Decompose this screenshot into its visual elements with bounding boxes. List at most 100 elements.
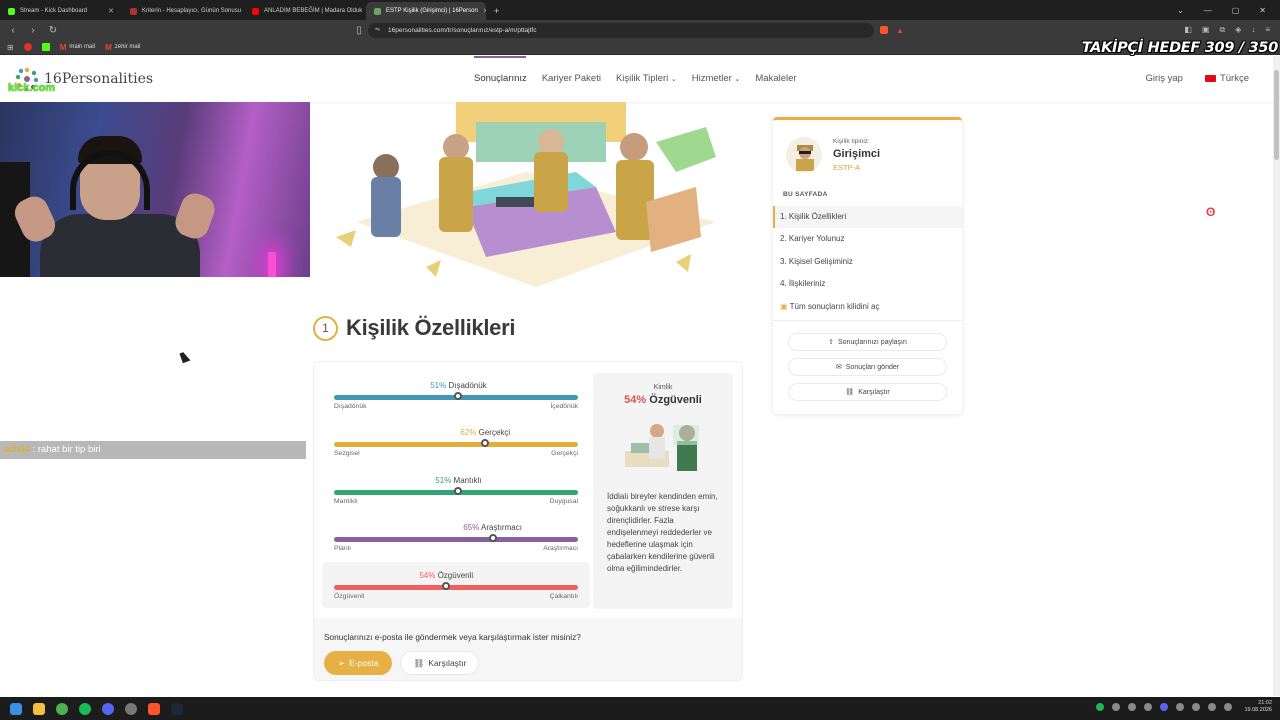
window-controls: ⌄ — ▢ ✕ [1177, 0, 1280, 20]
nav-career-package[interactable]: Kariyer Paketi [542, 73, 601, 84]
discord-icon[interactable] [102, 702, 114, 715]
toc-item-relationships[interactable]: 4. İlişkileriniz [773, 273, 962, 295]
network-icon[interactable] [1208, 703, 1217, 711]
chat-separator: : [29, 444, 38, 455]
browser-tab[interactable]: Kriterin - Hesaplayıcı, Günün Sonusu ✕ [122, 2, 244, 20]
section-title: Kişilik Özellikleri [346, 315, 516, 340]
compare-results-button[interactable]: ⛓ Karşılaştır [788, 383, 947, 401]
url-bar[interactable]: ⇋ 16personalities.com/tr/sonuçlarınız/es… [368, 22, 874, 38]
file-explorer-icon[interactable] [33, 702, 45, 715]
tray-app-icon[interactable] [1176, 703, 1185, 711]
language-selector[interactable]: Türkçe [1204, 73, 1249, 84]
unlock-icon: ▣ [780, 302, 788, 311]
system-clock[interactable]: 21:02 19.08.2026 [1244, 700, 1272, 714]
tray-spotify-icon[interactable] [1096, 703, 1105, 711]
maximize-icon[interactable]: ▢ [1232, 6, 1240, 15]
brave-rewards-icon[interactable]: ▲ [896, 26, 904, 35]
site-info-icon[interactable]: ⇋ [375, 23, 380, 38]
minimize-icon[interactable]: — [1204, 6, 1212, 15]
share-results-button[interactable]: ⇪ Sonuçlarınızı paylaşın [788, 333, 947, 351]
send-results-button[interactable]: ✉ Sonuçları gönder [788, 358, 947, 376]
bookmark-main-mail[interactable]: M main mail [60, 43, 95, 52]
bookmark-icon[interactable]: ▯ [354, 25, 364, 36]
trait-row[interactable]: 51% Mantıklı Mantıklı Duygusal [334, 476, 578, 505]
tray-app-icon[interactable] [1128, 703, 1137, 711]
back-icon[interactable]: ‹ [8, 25, 18, 36]
youtube-favicon-icon [252, 7, 259, 15]
section-number: 1 [313, 315, 338, 341]
divider [773, 320, 962, 321]
steam-icon[interactable] [171, 702, 183, 715]
trait-name: Gerçekçi [478, 428, 511, 437]
forward-icon[interactable]: › [28, 25, 38, 36]
toc-item-unlock[interactable]: ▣ Tüm sonuçların kilidini aç [773, 296, 962, 318]
compare-button-label: Karşılaştır [428, 658, 467, 668]
trait-percent: 62% [460, 428, 477, 437]
nav-results[interactable]: Sonuçlarınız [474, 73, 527, 84]
type-kicker: Kişilik tipiniz: [833, 138, 870, 145]
trait-row[interactable]: 51% Dışadönük Dışadönük İçedönük [334, 381, 578, 410]
browser-tab-strip: Stream - Kick Dashboard ✕ Kriterin - Hes… [0, 0, 1280, 20]
toc-item-growth[interactable]: 3. Kişisel Gelişiminiz [773, 251, 962, 273]
vpn-icon[interactable]: ◈ [1235, 25, 1241, 35]
volume-icon[interactable] [1224, 703, 1233, 711]
download-icon[interactable]: ↓ [1251, 25, 1255, 35]
trait-row[interactable]: 54% Özgüvenli Özgüvenli Çalkantılı [334, 571, 578, 600]
tab-label: ESTP Kişilik (Girişimci) | 16Person [386, 8, 478, 14]
chrome-icon[interactable] [56, 702, 68, 715]
email-button[interactable]: ➢ E-posta [324, 651, 393, 675]
wallet-icon[interactable]: ▣ [1202, 25, 1210, 35]
new-tab-button[interactable]: + [486, 2, 506, 20]
sidebar-icon[interactable]: ◧ [1184, 25, 1192, 35]
close-tab-icon[interactable]: ✕ [108, 7, 114, 15]
tray-discord-icon[interactable] [1160, 703, 1169, 711]
toc-unlock-label: Tüm sonuçların kilidini aç [789, 302, 880, 311]
tray-app-icon[interactable] [1112, 703, 1121, 711]
page-scrollbar[interactable] [1273, 56, 1280, 696]
apps-grid-icon[interactable]: ⊞ [7, 43, 14, 52]
trait-row[interactable]: 65% Araştırmacı Planlı Araştırmacı [334, 523, 578, 552]
streamer-webcam [0, 102, 310, 277]
tab-search-icon[interactable]: ⌄ [1177, 6, 1184, 15]
spotify-icon[interactable] [79, 702, 91, 715]
trait-left-label: Sezgisel [334, 450, 360, 457]
compare-button[interactable]: ⛓ Karşılaştır [400, 651, 480, 675]
start-icon[interactable] [10, 702, 22, 715]
extensions-icon[interactable]: ⧉ [1219, 25, 1225, 35]
kick-watermark: kick.com [8, 82, 56, 94]
trait-row[interactable]: 62% Gerçekçi Sezgisel Gerçekçi [334, 428, 578, 457]
hero-illustration [336, 102, 716, 287]
browser-tab[interactable]: ANLADIM BEBEĞİM | Madara Olduk ✕ [244, 2, 366, 20]
login-link[interactable]: Giriş yap [1145, 73, 1182, 84]
nav-services[interactable]: Hizmetler ⌄ [692, 73, 741, 84]
bookmark-zehir-mail[interactable]: M zehir mail [105, 43, 140, 52]
browser-tab[interactable]: Stream - Kick Dashboard ✕ [0, 2, 122, 20]
trait-left-label: Planlı [334, 545, 352, 552]
scrollbar-thumb[interactable] [1274, 70, 1279, 160]
link-icon: ⛓ [845, 389, 855, 396]
close-window-icon[interactable]: ✕ [1259, 6, 1266, 15]
tray-app-icon[interactable] [1144, 703, 1153, 711]
trait-endpoints: Dışadönük İçedönük [334, 403, 578, 410]
brave-shield-icon[interactable] [880, 26, 888, 34]
trait-name: Dışadönük [448, 381, 487, 390]
chat-username: ach94 [4, 444, 30, 455]
personality-type-card: Kişilik tipiniz: Girişimci ESTP-A BU SAY… [773, 117, 962, 414]
tray-app-icon[interactable] [1192, 703, 1201, 711]
toc-item-traits[interactable]: 1. Kişilik Özellikleri [773, 206, 962, 228]
trait-left-label: Dışadönük [334, 403, 367, 410]
bookmark-red-icon[interactable] [23, 43, 32, 51]
toc-item-career[interactable]: 2. Kariyer Yolunuz [773, 228, 962, 250]
bookmark-label: zehir mail [114, 44, 141, 50]
floating-extension-icon[interactable]: ʘ [1206, 205, 1215, 219]
obs-icon[interactable] [125, 702, 137, 715]
trait-percent: 51% [435, 476, 452, 485]
brave-icon[interactable] [148, 702, 160, 715]
header-actions: Giriş yap Türkçe [1145, 73, 1249, 84]
nav-articles[interactable]: Makaleler [755, 73, 796, 84]
menu-icon[interactable]: ≡ [1265, 25, 1270, 35]
reload-icon[interactable]: ↻ [48, 25, 58, 36]
nav-personality-types[interactable]: Kişilik Tipleri ⌄ [616, 73, 677, 84]
browser-tab-active[interactable]: ESTP Kişilik (Girişimci) | 16Person ✕ [366, 2, 486, 20]
bookmark-kick-icon[interactable] [41, 43, 50, 51]
